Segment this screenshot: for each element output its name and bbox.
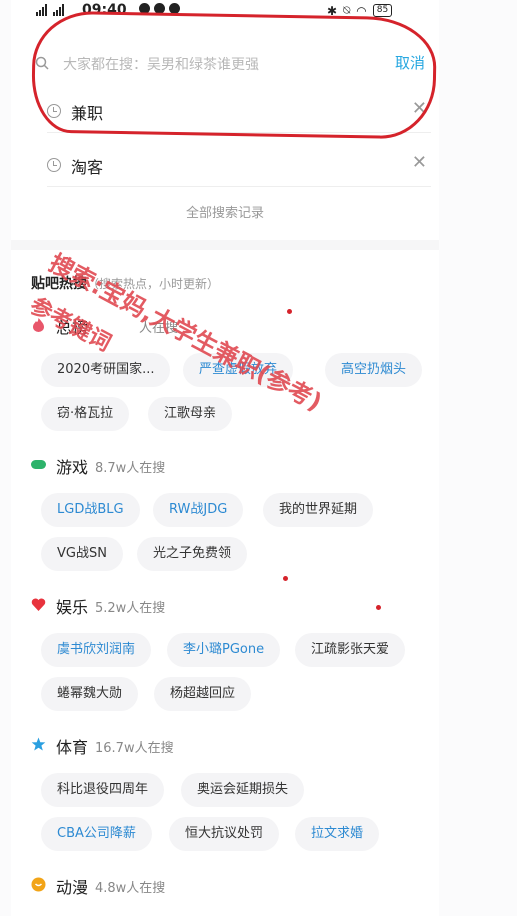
hot-topic-chip[interactable]: 光之子免费领 [137, 537, 248, 571]
search-icon [35, 56, 49, 70]
close-icon[interactable]: ✕ [412, 152, 427, 173]
hot-topic-chip[interactable]: 虞书欣刘润南 [41, 633, 152, 667]
cancel-button[interactable]: 取消 [395, 52, 425, 73]
close-icon[interactable]: ✕ [412, 98, 427, 119]
hot-topic-chip[interactable]: 拉文求婚 [295, 817, 380, 851]
red-dot [283, 576, 288, 581]
history-label: 淘客 [71, 158, 104, 177]
smile-icon [31, 877, 46, 892]
red-dot [376, 605, 381, 610]
search-input[interactable]: 大家都在搜：吴男和绿茶谁更强 [63, 54, 259, 74]
red-dot [287, 309, 292, 314]
mute-icon: ⍉ [343, 3, 351, 17]
hot-topic-chip[interactable]: 高空扔烟头 [325, 353, 423, 387]
hot-topic-chip[interactable]: LGD战BLG [41, 493, 140, 527]
divider [47, 186, 431, 187]
heart-icon [31, 597, 46, 612]
hot-topic-chip[interactable]: 科比退役四周年 [41, 773, 165, 807]
status-bar: 09:40 ✱ ⍉ ◠ 85 [22, 0, 417, 22]
hot-topic-chip[interactable]: 蜷幂魏大勋 [41, 677, 139, 711]
all-history-link[interactable]: 全部搜索记录 [11, 202, 439, 221]
hot-topic-chip[interactable]: 江疏影张天爱 [295, 633, 406, 667]
right-gutter [439, 0, 517, 916]
hot-topic-chip[interactable]: 窃·格瓦拉 [41, 397, 130, 431]
wifi-icon: ◠ [356, 3, 367, 18]
section-separator [11, 240, 439, 250]
notification-icons [139, 3, 180, 14]
signal-icon [36, 4, 64, 16]
history-label: 兼职 [71, 104, 104, 123]
clock-icon [47, 158, 61, 172]
hot-topic-chip[interactable]: 2020考研国家... [41, 353, 171, 387]
hot-topic-chip[interactable]: 江歌母亲 [148, 397, 233, 431]
search-card: 大家都在搜：吴男和绿茶谁更强 取消 兼职 ✕ 淘客 ✕ 全部搜索记录 [11, 22, 439, 240]
battery-icon: 85 [372, 4, 393, 17]
hot-topic-chip[interactable]: VG战SN [41, 537, 123, 571]
hot-topic-chip[interactable]: 杨超越回应 [154, 677, 252, 711]
bluetooth-icon: ✱ [327, 3, 338, 18]
hot-topic-chip[interactable]: RW战JDG [153, 493, 244, 527]
search-bar[interactable]: 大家都在搜：吴男和绿茶谁更强 取消 [35, 50, 425, 84]
status-right: ✱ ⍉ ◠ 85 [327, 3, 393, 18]
divider [47, 132, 431, 133]
status-time: 09:40 [82, 2, 127, 18]
hot-topic-chip[interactable]: 恒大抗议处罚 [169, 817, 280, 851]
star-icon [31, 737, 46, 752]
gamepad-icon [31, 457, 46, 472]
hot-topic-chip[interactable]: 奥运会延期损失 [181, 773, 305, 807]
hot-topic-chip[interactable]: 李小璐PGone [167, 633, 281, 667]
clock-icon [47, 104, 61, 118]
hot-topic-chip[interactable]: CBA公司降薪 [41, 817, 152, 851]
hot-topic-chip[interactable]: 我的世界延期 [263, 493, 374, 527]
